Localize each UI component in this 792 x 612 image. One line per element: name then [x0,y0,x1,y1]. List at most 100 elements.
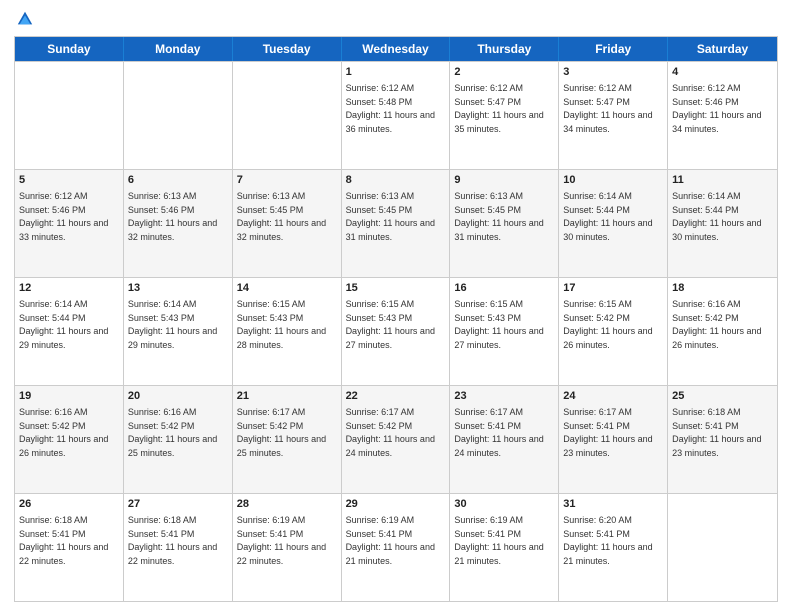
calendar-cell: 13Sunrise: 6:14 AM Sunset: 5:43 PM Dayli… [124,278,233,385]
day-info: Sunrise: 6:17 AM Sunset: 5:42 PM Dayligh… [346,407,435,458]
calendar-cell: 19Sunrise: 6:16 AM Sunset: 5:42 PM Dayli… [15,386,124,493]
calendar-cell: 20 Sunrise: 6:16 AM Sunset: 5:42 PM Dayli… [124,386,233,493]
calendar-cell: 24 Sunrise: 6:17 AM Sunset: 5:41 PM Dayli… [559,386,668,493]
day-info: Sunrise: 6:14 AM Sunset: 5:44 PM Dayligh… [19,299,108,350]
day-info: Sunrise: 6:19 AM Sunset: 5:41 PM Dayligh… [454,515,543,566]
day-number: 24 [563,389,663,404]
day-number: 2 [454,65,554,80]
weekday-header: Monday [124,37,233,61]
day-info: Sunrise: 6:12 AM Sunset: 5:46 PM Dayligh… [19,191,108,242]
calendar-cell: 10 Sunrise: 6:14 AM Sunset: 5:44 PM Dayli… [559,170,668,277]
day-number: 4 [672,65,773,80]
calendar-cell: 29 Sunrise: 6:19 AM Sunset: 5:41 PM Dayli… [342,494,451,601]
calendar-cell: 17Sunrise: 6:15 AM Sunset: 5:42 PM Dayli… [559,278,668,385]
calendar-cell: 3 Sunrise: 6:12 AM Sunset: 5:47 PM Daylig… [559,62,668,169]
calendar: SundayMondayTuesdayWednesdayThursdayFrid… [14,36,778,602]
day-info: Sunrise: 6:16 AM Sunset: 5:42 PM Dayligh… [128,407,217,458]
header [14,10,778,28]
calendar-cell: 15 Sunrise: 6:15 AM Sunset: 5:43 PM Dayli… [342,278,451,385]
day-number: 12 [19,281,119,296]
day-number: 11 [672,173,773,188]
weekday-header: Sunday [15,37,124,61]
day-info: Sunrise: 6:14 AM Sunset: 5:44 PM Dayligh… [672,191,761,242]
day-number: 16 [454,281,554,296]
day-info: Sunrise: 6:19 AM Sunset: 5:41 PM Dayligh… [237,515,326,566]
day-info: Sunrise: 6:13 AM Sunset: 5:45 PM Dayligh… [346,191,435,242]
day-number: 29 [346,497,446,512]
calendar-cell: 14 Sunrise: 6:15 AM Sunset: 5:43 PM Dayli… [233,278,342,385]
calendar-cell: 26 Sunrise: 6:18 AM Sunset: 5:41 PM Dayli… [15,494,124,601]
day-info: Sunrise: 6:15 AM Sunset: 5:43 PM Dayligh… [346,299,435,350]
day-number: 3 [563,65,663,80]
calendar-cell: 27 Sunrise: 6:18 AM Sunset: 5:41 PM Dayli… [124,494,233,601]
day-number: 31 [563,497,663,512]
calendar-cell: 11 Sunrise: 6:14 AM Sunset: 5:44 PM Dayli… [668,170,777,277]
day-number: 15 [346,281,446,296]
day-number: 17 [563,281,663,296]
calendar-cell [233,62,342,169]
calendar-cell: 12 Sunrise: 6:14 AM Sunset: 5:44 PM Dayli… [15,278,124,385]
day-number: 25 [672,389,773,404]
day-number: 18 [672,281,773,296]
weekday-header: Wednesday [342,37,451,61]
calendar-cell [124,62,233,169]
weekday-header: Friday [559,37,668,61]
day-number: 13 [128,281,228,296]
calendar-row: 26 Sunrise: 6:18 AM Sunset: 5:41 PM Dayli… [15,493,777,601]
page: SundayMondayTuesdayWednesdayThursdayFrid… [0,0,792,612]
day-number: 20 [128,389,228,404]
calendar-body: 1 Sunrise: 6:12 AM Sunset: 5:48 PM Daylig… [15,61,777,601]
day-number: 27 [128,497,228,512]
day-info: Sunrise: 6:13 AM Sunset: 5:45 PM Dayligh… [454,191,543,242]
calendar-cell: 25 Sunrise: 6:18 AM Sunset: 5:41 PM Dayli… [668,386,777,493]
calendar-header: SundayMondayTuesdayWednesdayThursdayFrid… [15,37,777,61]
calendar-cell: 31 Sunrise: 6:20 AM Sunset: 5:41 PM Dayli… [559,494,668,601]
calendar-row: 1 Sunrise: 6:12 AM Sunset: 5:48 PM Daylig… [15,61,777,169]
day-info: Sunrise: 6:17 AM Sunset: 5:42 PM Dayligh… [237,407,326,458]
day-number: 1 [346,65,446,80]
day-info: Sunrise: 6:14 AM Sunset: 5:44 PM Dayligh… [563,191,652,242]
day-info: Sunrise: 6:20 AM Sunset: 5:41 PM Dayligh… [563,515,652,566]
day-info: Sunrise: 6:16 AM Sunset: 5:42 PM Dayligh… [672,299,761,350]
day-number: 7 [237,173,337,188]
calendar-cell: 23Sunrise: 6:17 AM Sunset: 5:41 PM Dayli… [450,386,559,493]
weekday-header: Thursday [450,37,559,61]
day-number: 5 [19,173,119,188]
calendar-cell: 22Sunrise: 6:17 AM Sunset: 5:42 PM Dayli… [342,386,451,493]
day-number: 28 [237,497,337,512]
day-number: 9 [454,173,554,188]
day-info: Sunrise: 6:12 AM Sunset: 5:47 PM Dayligh… [563,83,652,134]
day-number: 6 [128,173,228,188]
day-number: 26 [19,497,119,512]
calendar-row: 12 Sunrise: 6:14 AM Sunset: 5:44 PM Dayli… [15,277,777,385]
day-info: Sunrise: 6:18 AM Sunset: 5:41 PM Dayligh… [672,407,761,458]
day-number: 30 [454,497,554,512]
calendar-cell: 28 Sunrise: 6:19 AM Sunset: 5:41 PM Dayli… [233,494,342,601]
weekday-header: Saturday [668,37,777,61]
calendar-row: 5 Sunrise: 6:12 AM Sunset: 5:46 PM Daylig… [15,169,777,277]
calendar-cell: 9 Sunrise: 6:13 AM Sunset: 5:45 PM Daylig… [450,170,559,277]
calendar-cell: 16 Sunrise: 6:15 AM Sunset: 5:43 PM Dayli… [450,278,559,385]
calendar-cell [668,494,777,601]
calendar-cell: 30 Sunrise: 6:19 AM Sunset: 5:41 PM Dayli… [450,494,559,601]
day-info: Sunrise: 6:17 AM Sunset: 5:41 PM Dayligh… [563,407,652,458]
day-info: Sunrise: 6:19 AM Sunset: 5:41 PM Dayligh… [346,515,435,566]
calendar-cell: 4 Sunrise: 6:12 AM Sunset: 5:46 PM Daylig… [668,62,777,169]
day-info: Sunrise: 6:18 AM Sunset: 5:41 PM Dayligh… [19,515,108,566]
logo [14,10,34,28]
calendar-cell: 21 Sunrise: 6:17 AM Sunset: 5:42 PM Dayli… [233,386,342,493]
day-info: Sunrise: 6:15 AM Sunset: 5:43 PM Dayligh… [454,299,543,350]
day-number: 10 [563,173,663,188]
calendar-cell: 1 Sunrise: 6:12 AM Sunset: 5:48 PM Daylig… [342,62,451,169]
day-info: Sunrise: 6:18 AM Sunset: 5:41 PM Dayligh… [128,515,217,566]
day-info: Sunrise: 6:13 AM Sunset: 5:46 PM Dayligh… [128,191,217,242]
day-info: Sunrise: 6:12 AM Sunset: 5:46 PM Dayligh… [672,83,761,134]
day-info: Sunrise: 6:15 AM Sunset: 5:43 PM Dayligh… [237,299,326,350]
day-number: 21 [237,389,337,404]
calendar-cell [15,62,124,169]
day-number: 14 [237,281,337,296]
day-info: Sunrise: 6:12 AM Sunset: 5:48 PM Dayligh… [346,83,435,134]
calendar-cell: 6 Sunrise: 6:13 AM Sunset: 5:46 PM Daylig… [124,170,233,277]
logo-icon [16,10,34,28]
day-info: Sunrise: 6:16 AM Sunset: 5:42 PM Dayligh… [19,407,108,458]
